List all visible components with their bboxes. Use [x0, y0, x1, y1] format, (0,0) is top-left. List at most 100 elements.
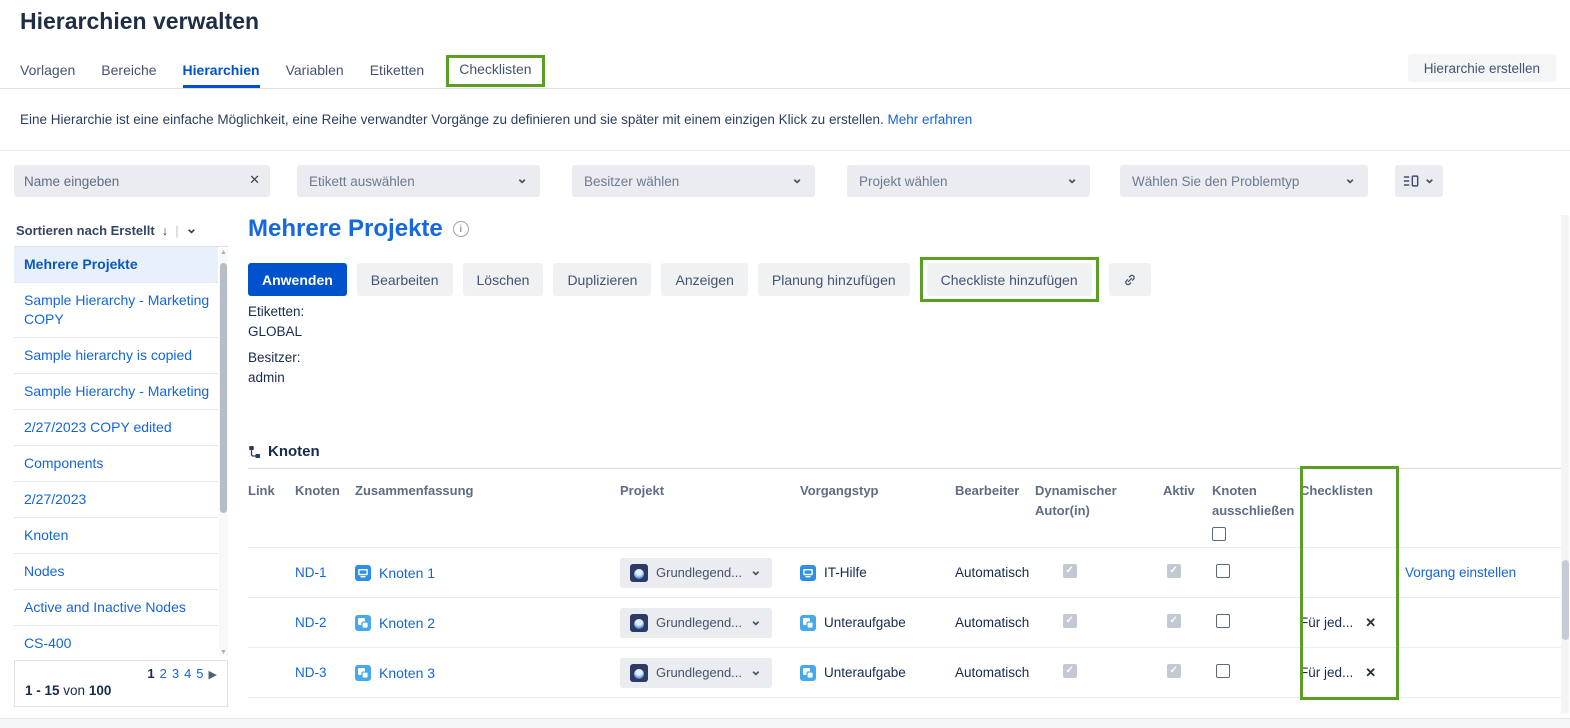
link-icon [1123, 272, 1137, 288]
page: Hierarchien verwalten Vorlagen Bereiche … [0, 0, 1570, 728]
list-item[interactable]: Nodes [14, 554, 218, 590]
page-3-link[interactable]: 3 [172, 666, 179, 681]
info-icon[interactable] [453, 221, 469, 237]
node-summary-link[interactable]: Knoten 2 [379, 615, 435, 631]
exclude-all-checkbox[interactable] [1212, 527, 1226, 541]
clear-name-icon[interactable] [249, 172, 260, 188]
dynamic-author-checkbox[interactable] [1063, 614, 1077, 628]
project-filter-select[interactable]: Projekt wählen [847, 165, 1090, 197]
action-toolbar: Anwenden Bearbeiten Löschen Duplizieren … [248, 257, 1151, 302]
name-filter [14, 165, 270, 197]
dynamic-author-checkbox[interactable] [1063, 564, 1077, 578]
apply-button[interactable]: Anwenden [248, 263, 347, 296]
active-checkbox[interactable] [1167, 564, 1181, 578]
name-filter-input[interactable] [14, 165, 270, 197]
exclude-checkbox[interactable] [1216, 614, 1230, 628]
exclude-checkbox[interactable] [1216, 564, 1230, 578]
tab-variablen[interactable]: Variablen [286, 56, 344, 88]
chevron-down-icon [791, 174, 803, 188]
remove-checklist-icon[interactable] [1365, 615, 1376, 631]
hierarchy-tree-icon [248, 445, 262, 459]
pagination-range: 1 - 15 von 100 [25, 683, 217, 698]
project-select[interactable]: Grundlegend... [620, 658, 772, 688]
tab-bar: Vorlagen Bereiche Hierarchien Variablen … [20, 56, 545, 88]
sidebar-pagination: 12345 1 - 15 von 100 [14, 660, 228, 707]
page-2-link[interactable]: 2 [160, 666, 167, 681]
node-key-link[interactable]: ND-3 [295, 665, 327, 680]
chevron-down-icon [750, 566, 762, 580]
sort-chevron-icon[interactable] [186, 224, 198, 238]
sort-header[interactable]: Sortieren nach Erstellt | [14, 215, 228, 247]
tab-hierarchien[interactable]: Hierarchien [183, 56, 260, 88]
issuetype-filter-select[interactable]: Wählen Sie den Problemtyp [1120, 165, 1368, 197]
next-page-icon[interactable] [209, 669, 217, 681]
sidebar-scrollbar[interactable] [219, 249, 228, 656]
copy-link-button[interactable] [1109, 263, 1151, 296]
sidebar-scroll-thumb[interactable] [220, 263, 227, 513]
list-item[interactable]: 2/27/2023 COPY edited [14, 410, 218, 446]
page-1-current[interactable]: 1 [147, 666, 154, 681]
tab-etiketten[interactable]: Etiketten [370, 56, 424, 88]
list-item[interactable]: Sample hierarchy is copied [14, 338, 218, 374]
subtask-issue-icon [800, 615, 816, 631]
node-summary-link[interactable]: Knoten 1 [379, 565, 435, 581]
list-item-selected[interactable]: Mehrere Projekte [14, 247, 218, 283]
active-checkbox[interactable] [1167, 664, 1181, 678]
add-checklist-button[interactable]: Checkliste hinzufügen [927, 263, 1092, 296]
list-item[interactable]: Sample Hierarchy - Marketing COPY [14, 283, 218, 338]
list-item[interactable]: 2/27/2023 [14, 482, 218, 518]
action-cell [1405, 648, 1562, 698]
edit-button[interactable]: Bearbeiten [357, 263, 453, 296]
nodes-table: Link Knoten Zusammenfassung Projekt Vorg… [248, 468, 1562, 698]
dynamic-author-checkbox[interactable] [1063, 664, 1077, 678]
page-scrollbar[interactable] [1561, 215, 1569, 713]
sort-direction-icon[interactable] [162, 223, 169, 238]
subtask-issue-icon [800, 665, 816, 681]
scroll-down-icon[interactable] [219, 649, 228, 656]
project-avatar-icon [630, 564, 648, 582]
learn-more-link[interactable]: Mehr erfahren [888, 112, 973, 127]
page-4-link[interactable]: 4 [184, 666, 191, 681]
project-select[interactable]: Grundlegend... [620, 608, 772, 638]
col-assignee: Bearbeiter [955, 469, 1035, 548]
list-item[interactable]: Knoten [14, 518, 218, 554]
list-item[interactable]: Active and Inactive Nodes [14, 590, 218, 626]
list-item[interactable]: CS-400 [14, 626, 218, 660]
list-item[interactable]: Sample Hierarchy - Marketing [14, 374, 218, 410]
list-item[interactable]: Components [14, 446, 218, 482]
tab-bereiche[interactable]: Bereiche [101, 56, 156, 88]
col-checklists: Checklisten [1300, 469, 1405, 548]
duplicate-button[interactable]: Duplizieren [553, 263, 651, 296]
delete-button[interactable]: Löschen [463, 263, 544, 296]
col-project: Projekt [620, 469, 800, 548]
project-select[interactable]: Grundlegend... [620, 558, 772, 588]
active-checkbox[interactable] [1167, 614, 1181, 628]
sort-divider: | [175, 223, 178, 238]
set-issue-link[interactable]: Vorgang einstellen [1405, 565, 1516, 580]
owner-filter-select[interactable]: Besitzer wählen [572, 165, 815, 197]
view-toggle-button[interactable] [1395, 165, 1443, 197]
project-avatar-icon [630, 614, 648, 632]
tab-checklisten[interactable]: Checklisten [459, 61, 531, 77]
scroll-up-icon[interactable] [219, 249, 228, 256]
node-key-link[interactable]: ND-1 [295, 565, 327, 580]
node-key-link[interactable]: ND-2 [295, 615, 327, 630]
section-divider [0, 150, 1570, 151]
tab-vorlagen[interactable]: Vorlagen [20, 56, 75, 88]
node-row-nd2: ND-2 Knoten 2 Grundlegend... Unte [248, 598, 1562, 648]
checklisten-tab-highlight: Checklisten [446, 55, 544, 87]
exclude-checkbox[interactable] [1216, 664, 1230, 678]
bottom-scroll-strip [0, 718, 1570, 728]
hierarchy-meta: Etiketten: GLOBAL Besitzer: admin [248, 302, 304, 394]
add-planning-button[interactable]: Planung hinzufügen [758, 263, 910, 296]
page-5-link[interactable]: 5 [196, 666, 203, 681]
create-hierarchy-button[interactable]: Hierarchie erstellen [1408, 54, 1556, 82]
node-row-nd3: ND-3 Knoten 3 Grundlegend... Unte [248, 648, 1562, 698]
hierarchy-sidebar: Sortieren nach Erstellt | Mehrere Projek… [14, 215, 228, 707]
label-filter-select[interactable]: Etikett auswählen [297, 165, 540, 197]
checklist-label: Für jed... [1300, 665, 1353, 680]
remove-checklist-icon[interactable] [1365, 665, 1376, 681]
show-button[interactable]: Anzeigen [661, 263, 747, 296]
page-scroll-thumb[interactable] [1562, 560, 1569, 640]
node-summary-link[interactable]: Knoten 3 [379, 665, 435, 681]
